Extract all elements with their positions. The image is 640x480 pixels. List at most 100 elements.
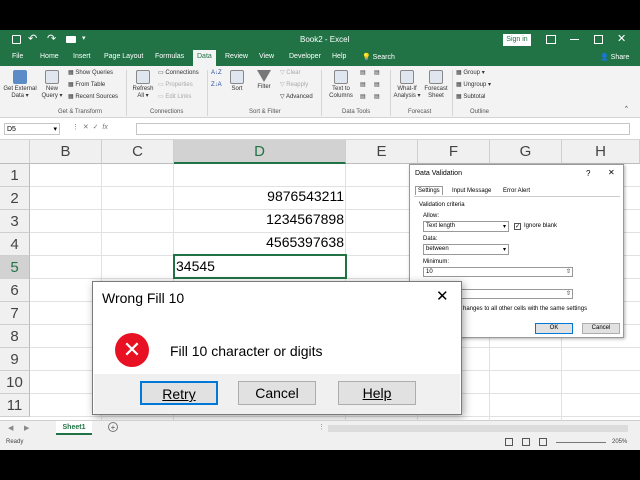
row-header-2[interactable]: 2 (0, 187, 30, 210)
row-header-7[interactable]: 7 (0, 302, 30, 325)
get-external-data-button[interactable]: Get External Data ▾ (2, 70, 38, 100)
tab-review[interactable]: Review (225, 53, 248, 60)
scroll-left-icon[interactable]: ◀ (8, 424, 13, 432)
ungroup-button[interactable]: ▦ Ungroup ▾ (456, 82, 491, 89)
row-header-6[interactable]: 6 (0, 279, 30, 302)
zoom-slider[interactable] (556, 442, 606, 443)
data-select[interactable]: between ▾ (423, 244, 509, 255)
tab-input-message[interactable]: Input Message (450, 187, 493, 195)
ignore-blank-checkbox[interactable]: ✓ (514, 223, 521, 230)
sort-za-button[interactable]: Z↓A (211, 82, 222, 89)
range-select-icon[interactable]: ⇧ (566, 268, 571, 275)
consolidate-icon[interactable]: ▤ (374, 70, 380, 77)
retry-button[interactable]: Retry (140, 381, 218, 405)
show-queries-button[interactable]: ▦ Show Queries (68, 70, 113, 77)
clear-button[interactable]: ▽ Clear (280, 70, 301, 77)
column-header-d[interactable]: D (174, 140, 346, 164)
sort-az-button[interactable]: A↓Z (211, 70, 222, 77)
remove-duplicates-icon[interactable]: ▤ (360, 82, 366, 89)
tab-view[interactable]: View (259, 53, 274, 60)
text-to-columns-button[interactable]: Text to Columns (326, 70, 356, 100)
forecast-sheet-button[interactable]: Forecast Sheet (423, 70, 449, 100)
customize-qat-icon[interactable]: ▾ (82, 34, 86, 42)
reapply-button[interactable]: ▽ Reapply (280, 82, 308, 89)
camera-icon[interactable] (66, 36, 76, 43)
page-layout-view-icon[interactable] (522, 438, 530, 446)
cell-d3[interactable]: 1234567898 (174, 211, 344, 227)
share-button[interactable]: 👤 Share (600, 53, 629, 61)
scroll-right-icon[interactable]: ▶ (24, 424, 29, 432)
undo-icon[interactable]: ↶ (28, 32, 37, 45)
tab-file[interactable]: File (12, 53, 23, 60)
dv-cancel-button[interactable]: Cancel (582, 323, 620, 334)
tab-data[interactable]: Data (193, 50, 216, 66)
allow-select[interactable]: Text length ▾ (423, 221, 509, 232)
help-button[interactable]: Help (338, 381, 416, 405)
close-icon[interactable]: ✕ (617, 32, 626, 45)
dv-ok-button[interactable]: OK (535, 323, 573, 334)
tab-help[interactable]: Help (332, 53, 346, 60)
horizontal-scrollbar[interactable] (328, 425, 628, 432)
filter-button[interactable]: Filter (254, 70, 274, 91)
sheet-tab-sheet1[interactable]: Sheet1 (56, 421, 92, 435)
manage-data-model-icon[interactable]: ▤ (374, 94, 380, 101)
tab-settings[interactable]: Settings (415, 186, 443, 195)
from-table-button[interactable]: ▦ From Table (68, 82, 105, 89)
formula-input[interactable] (136, 123, 630, 135)
select-all-corner[interactable] (0, 140, 30, 164)
add-sheet-icon[interactable]: + (108, 422, 118, 432)
minimum-input[interactable]: 10 ⇧ (423, 267, 573, 277)
new-query-button[interactable]: New Query ▾ (40, 70, 64, 100)
tell-me-search[interactable]: 💡 Search (362, 53, 395, 61)
row-header-11[interactable]: 11 (0, 394, 30, 417)
data-validation-icon[interactable]: ▤ (360, 94, 366, 101)
normal-view-icon[interactable] (505, 438, 513, 446)
help-icon[interactable]: ? (586, 169, 590, 178)
refresh-all-button[interactable]: Refresh All ▾ (130, 70, 156, 100)
ribbon-display-icon[interactable] (546, 35, 556, 44)
row-header-1[interactable]: 1 (0, 164, 30, 187)
column-header-h[interactable]: H (562, 140, 640, 164)
row-header-8[interactable]: 8 (0, 325, 30, 348)
column-header-b[interactable]: B (30, 140, 102, 164)
what-if-analysis-button[interactable]: What-If Analysis ▾ (393, 70, 421, 100)
minimize-icon[interactable] (570, 39, 579, 40)
relationships-icon[interactable]: ▤ (374, 82, 380, 89)
tab-developer[interactable]: Developer (289, 53, 321, 60)
row-header-3[interactable]: 3 (0, 210, 30, 233)
close-button[interactable]: ✕ (436, 287, 449, 305)
name-box[interactable]: D5 ▾ (4, 123, 60, 135)
tab-error-alert[interactable]: Error Alert (501, 187, 532, 195)
range-select-icon[interactable]: ⇧ (566, 290, 571, 297)
cell-d2[interactable]: 9876543211 (174, 188, 344, 204)
row-header-5[interactable]: 5 (0, 256, 30, 279)
row-header-9[interactable]: 9 (0, 348, 30, 371)
sort-button[interactable]: Sort (228, 70, 246, 93)
zoom-level[interactable]: 205% (612, 439, 627, 445)
group-button[interactable]: ▦ Group ▾ (456, 70, 485, 77)
page-break-view-icon[interactable] (539, 438, 547, 446)
tab-insert[interactable]: Insert (73, 53, 91, 60)
flash-fill-icon[interactable]: ▤ (360, 70, 366, 77)
column-header-e[interactable]: E (346, 140, 418, 164)
cell-d4[interactable]: 4565397638 (174, 234, 344, 250)
column-header-c[interactable]: C (102, 140, 174, 164)
properties-button[interactable]: ▭ Properties (158, 82, 193, 89)
column-header-f[interactable]: F (418, 140, 490, 164)
row-header-10[interactable]: 10 (0, 371, 30, 394)
connections-button[interactable]: ▭ Connections (158, 70, 199, 77)
subtotal-button[interactable]: ▦ Subtotal (456, 94, 485, 101)
edit-links-button[interactable]: ▭ Edit Links (158, 94, 191, 101)
column-header-g[interactable]: G (490, 140, 562, 164)
cancel-button[interactable]: Cancel (238, 381, 316, 405)
tab-home[interactable]: Home (40, 53, 59, 60)
tab-page-layout[interactable]: Page Layout (104, 53, 143, 60)
redo-icon[interactable]: ↷ (47, 32, 56, 45)
recent-sources-button[interactable]: ▦ Recent Sources (68, 94, 118, 101)
cell-d5-active[interactable]: 34545 (173, 254, 347, 279)
tab-options-icon[interactable]: ⋮ (318, 423, 325, 431)
row-header-4[interactable]: 4 (0, 233, 30, 256)
maximize-icon[interactable] (594, 35, 603, 44)
close-icon[interactable]: ✕ (608, 168, 615, 177)
tab-formulas[interactable]: Formulas (155, 53, 184, 60)
